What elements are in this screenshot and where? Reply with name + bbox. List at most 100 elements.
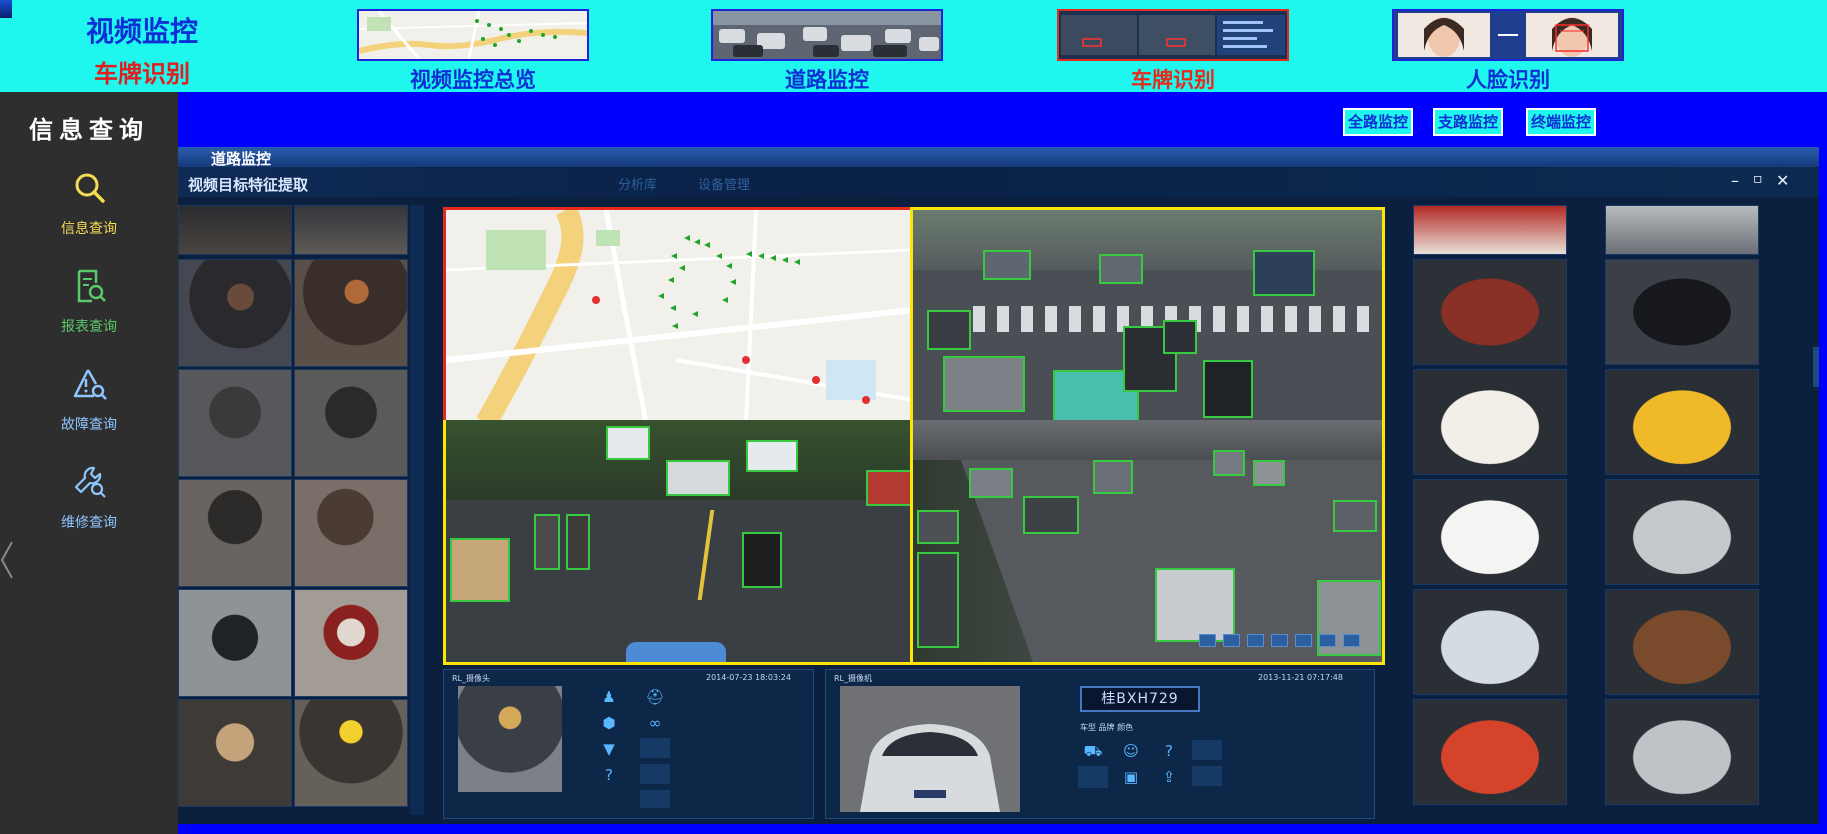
- search-icon: [75, 173, 105, 203]
- app-subtitle: 车牌识别: [94, 60, 190, 88]
- person-snapshot[interactable]: [294, 589, 408, 697]
- vehicle-attr-labels: 车型 品牌 颜色: [1080, 723, 1134, 732]
- shirt-icon[interactable]: ▼: [594, 738, 624, 760]
- chevron-left-icon[interactable]: [0, 540, 14, 580]
- device-icon[interactable]: ▣: [1116, 766, 1146, 788]
- play-control-button[interactable]: [1199, 634, 1216, 647]
- tab-device-management[interactable]: 设备管理: [698, 174, 750, 193]
- sidebar-item-repair-query[interactable]: 维修查询: [0, 464, 178, 550]
- vehicle-snapshot[interactable]: [1605, 369, 1759, 475]
- vehicle-snapshot[interactable]: [1605, 259, 1759, 365]
- nav-plate-recognition[interactable]: 车牌识别: [1057, 9, 1289, 95]
- restore-icon[interactable]: ▫: [1753, 171, 1763, 187]
- vehicle-snapshot[interactable]: [1413, 479, 1567, 585]
- upload-icon[interactable]: ⇪: [1154, 766, 1184, 788]
- report-icon: [77, 269, 106, 303]
- subnav-branch-road-button[interactable]: 支路监控: [1433, 108, 1504, 136]
- vehicle-snapshot[interactable]: [1605, 205, 1759, 255]
- camera-feed-intersection[interactable]: [910, 207, 1385, 426]
- hat-icon[interactable]: ⛑: [640, 686, 670, 708]
- person-snapshot[interactable]: [178, 205, 292, 255]
- sidebar-item-label: 报表查询: [61, 319, 117, 335]
- vehicle-snapshot[interactable]: [1605, 589, 1759, 695]
- play-control-button[interactable]: [1295, 634, 1312, 647]
- nav-video-overview[interactable]: 视频监控总览: [357, 9, 589, 95]
- playback-controls: [913, 626, 1382, 662]
- close-icon[interactable]: ✕: [1776, 171, 1789, 190]
- play-control-button[interactable]: [1247, 634, 1264, 647]
- person-snapshot[interactable]: [294, 699, 408, 807]
- fault-icon: [73, 369, 107, 400]
- person-snapshot[interactable]: [294, 259, 408, 367]
- license-plate: 桂BXH729: [1080, 686, 1200, 712]
- play-control-button[interactable]: [1319, 634, 1336, 647]
- nav-label: 视频监控总览: [410, 68, 536, 92]
- nav-label: 人脸识别: [1466, 68, 1550, 92]
- shield-icon[interactable]: ⬢: [594, 712, 624, 734]
- vehicle-snapshot[interactable]: [1413, 699, 1567, 805]
- app-icon: [0, 0, 12, 18]
- chevron-right-icon[interactable]: [1813, 347, 1819, 387]
- tab-analysis-library[interactable]: 分析库: [618, 174, 657, 193]
- subnav-terminal-button[interactable]: 终端监控: [1526, 108, 1597, 136]
- panel-header: 道路监控: [178, 147, 1819, 168]
- face-recognition-thumbnail: [1392, 9, 1624, 61]
- subnav-all-road-button[interactable]: 全路监控: [1343, 108, 1414, 136]
- nav-label: 道路监控: [785, 68, 869, 92]
- play-control-button[interactable]: [1223, 634, 1240, 647]
- driver-icon[interactable]: ☺: [1116, 740, 1146, 762]
- camera-marker-icon: [658, 235, 800, 329]
- camera-label: RL_摄像机: [834, 674, 873, 683]
- sidebar-item-info-query[interactable]: 信息查询: [0, 170, 178, 256]
- car-icon[interactable]: ⛟: [1078, 740, 1108, 762]
- person-snapshot[interactable]: [294, 205, 408, 255]
- attribute-slots: [1192, 740, 1222, 788]
- panel-section-title: 道路监控: [211, 150, 272, 168]
- person-snapshot[interactable]: [178, 699, 292, 807]
- traffic-thumbnail: [711, 9, 943, 61]
- vehicle-snapshot[interactable]: [1413, 205, 1567, 255]
- window-header: 视频目标特征提取 分析库 设备管理 – ▫ ✕: [178, 167, 1819, 197]
- camera-feed-avenue[interactable]: [443, 420, 916, 665]
- sidebar-item-report-query[interactable]: 报表查询: [0, 268, 178, 354]
- sidebar-title: 信息查询: [29, 116, 149, 144]
- attribute-slot: [1078, 766, 1108, 788]
- nav-label: 车牌识别: [1131, 68, 1215, 92]
- person-snapshot[interactable]: [178, 589, 292, 697]
- sidebar-item-label: 维修查询: [61, 515, 117, 531]
- window-title: 视频目标特征提取: [188, 176, 309, 194]
- question-icon[interactable]: ?: [1154, 740, 1184, 762]
- sidebar-item-fault-query[interactable]: 故障查询: [0, 366, 178, 452]
- person-snapshot[interactable]: [294, 479, 408, 587]
- person-icon[interactable]: ♟: [594, 686, 624, 708]
- person-snapshot[interactable]: [178, 369, 292, 477]
- question-icon[interactable]: ?: [594, 764, 624, 786]
- vehicle-snapshot[interactable]: [1413, 259, 1567, 365]
- person-snapshot[interactable]: [294, 369, 408, 477]
- glasses-icon[interactable]: ∞: [640, 712, 670, 734]
- scroll-track[interactable]: [410, 205, 424, 815]
- person-snapshot[interactable]: [458, 686, 562, 792]
- vehicle-snapshot[interactable]: [1605, 699, 1759, 805]
- vehicle-snapshot[interactable]: [840, 686, 1020, 812]
- play-control-button[interactable]: [1271, 634, 1288, 647]
- play-control-button[interactable]: [1343, 634, 1360, 647]
- sidebar: 信息查询 信息查询 报表查询 故障查询 维修查询: [0, 92, 178, 834]
- timestamp: 2014-07-23 18:03:24: [706, 673, 791, 682]
- vehicle-snapshot[interactable]: [1413, 589, 1567, 695]
- person-snapshot[interactable]: [178, 479, 292, 587]
- plate-recognition-thumbnail: [1057, 9, 1289, 61]
- nav-face-recognition[interactable]: 人脸识别: [1392, 9, 1624, 95]
- nav-road-monitoring[interactable]: 道路监控: [711, 9, 943, 95]
- vehicle-snapshot[interactable]: [1413, 369, 1567, 475]
- minimize-icon[interactable]: –: [1731, 171, 1739, 190]
- map-thumbnail: [357, 9, 589, 61]
- vehicle-snapshot[interactable]: [1605, 479, 1759, 585]
- sidebar-item-label: 故障查询: [61, 417, 117, 433]
- person-snapshot[interactable]: [178, 259, 292, 367]
- camera-feed-highway[interactable]: [910, 420, 1385, 665]
- attribute-slots: [640, 738, 670, 808]
- camera-map-view[interactable]: [443, 207, 916, 426]
- sidebar-item-label: 信息查询: [61, 221, 117, 237]
- app-title: 视频监控: [85, 15, 198, 48]
